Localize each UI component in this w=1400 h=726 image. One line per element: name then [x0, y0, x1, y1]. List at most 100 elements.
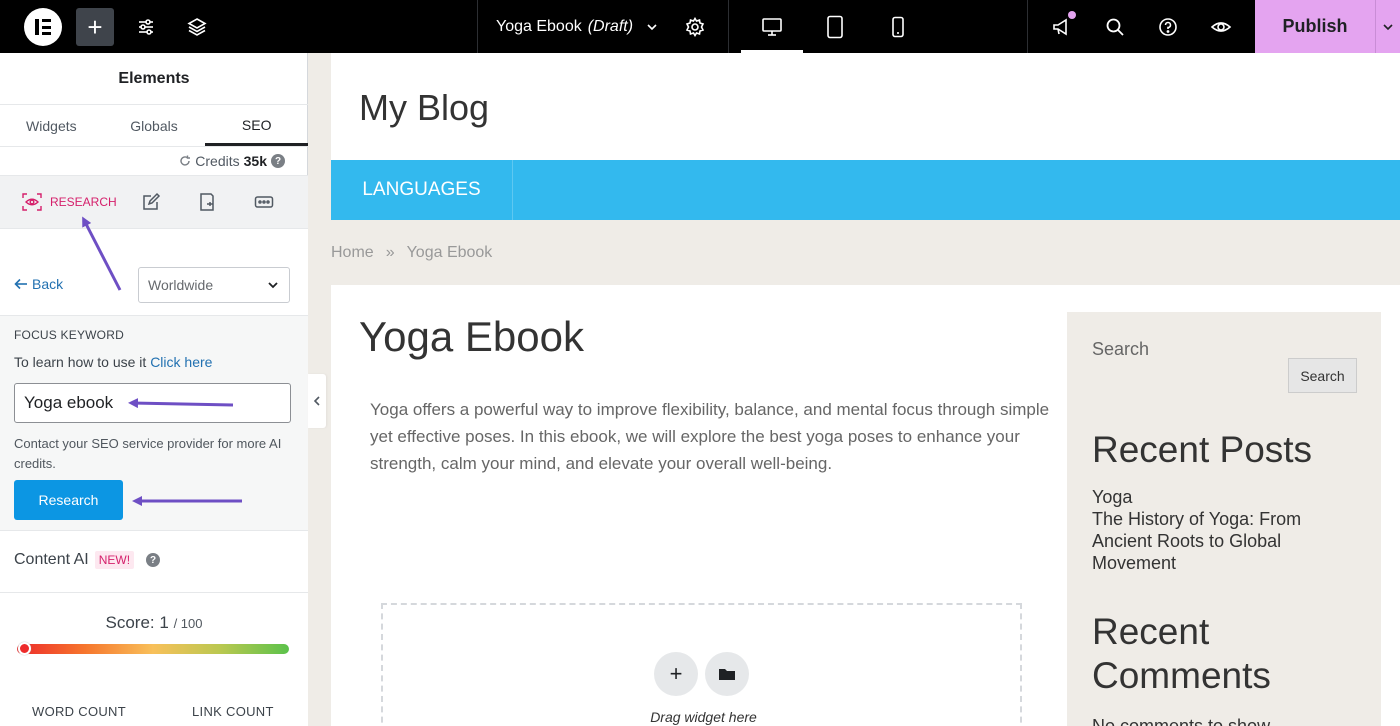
structure-button[interactable]	[179, 0, 215, 53]
whats-new-button[interactable]	[1042, 0, 1082, 53]
list-item[interactable]: Yoga	[1092, 486, 1352, 508]
research-tab-label: RESEARCH	[50, 195, 117, 209]
add-element-button[interactable]: +	[76, 8, 114, 46]
post-title[interactable]: Yoga Ebook	[359, 313, 584, 361]
score-readout: Score: 1 / 100	[0, 613, 308, 633]
score-value: 1	[159, 613, 169, 632]
publish-options-button[interactable]	[1375, 0, 1400, 53]
site-sidebar: Search Search Recent Posts Yoga The Hist…	[1067, 312, 1381, 726]
search-label: Search	[1092, 339, 1150, 359]
tab-globals[interactable]: Globals	[103, 106, 206, 146]
help-icon	[1159, 17, 1177, 36]
publish-button[interactable]: Publish	[1255, 0, 1375, 53]
collapse-panel-button[interactable]	[308, 374, 326, 428]
help-button[interactable]	[1149, 0, 1187, 53]
edit-icon[interactable]	[141, 192, 161, 212]
credits-note: Contact your SEO service provider for mo…	[14, 436, 282, 471]
content-ai-section: Content AI NEW! ?	[0, 531, 308, 593]
help-icon[interactable]: ?	[271, 154, 285, 168]
tab-seo[interactable]: SEO	[205, 106, 309, 146]
panel-title: Elements	[0, 53, 308, 105]
help-text-label: To learn how to use it	[14, 354, 147, 370]
desktop-icon	[762, 17, 782, 36]
focus-keyword-section: FOCUS KEYWORD To learn how to use it Cli…	[0, 315, 308, 531]
search-icon	[1106, 18, 1124, 36]
recent-comments-title: Recent Comments	[1092, 611, 1271, 696]
tab-widgets[interactable]: Widgets	[0, 106, 103, 146]
post-body[interactable]: Yoga offers a powerful way to improve fl…	[370, 396, 1050, 477]
breadcrumb-separator: »	[385, 244, 395, 261]
finder-button[interactable]	[1096, 0, 1134, 53]
score-section: Score: 1 / 100 WORD COUNT LINK COUNT	[0, 593, 308, 726]
top-toolbar: + Yoga Ebook (Draft) Publish	[0, 0, 1400, 53]
region-select[interactable]: Worldwide	[138, 267, 290, 303]
divider	[0, 146, 308, 147]
score-knob	[17, 642, 31, 655]
help-icon[interactable]: ?	[146, 553, 161, 567]
focus-keyword-input[interactable]: Yoga ebook	[14, 383, 291, 423]
page-settings-button[interactable]	[676, 0, 714, 53]
research-header: Back Worldwide	[0, 229, 308, 315]
elementor-logo-icon[interactable]	[24, 8, 62, 46]
arrow-left-icon	[14, 278, 27, 290]
schema-icon[interactable]	[198, 192, 216, 212]
no-comments-text: No comments to show.	[1092, 716, 1275, 726]
site-header: My Blog	[331, 53, 1400, 160]
recent-posts-title: Recent Posts	[1092, 429, 1313, 470]
divider	[1027, 0, 1028, 53]
list-item[interactable]: The History of Yoga: From Ancient Roots …	[1092, 508, 1352, 574]
document-title-dropdown[interactable]: Yoga Ebook (Draft)	[496, 0, 659, 53]
site-settings-button[interactable]	[128, 0, 164, 53]
new-badge: NEW!	[94, 551, 135, 569]
chevron-down-icon	[1383, 23, 1393, 30]
credits-indicator: Credits 35k ?	[179, 152, 285, 170]
plus-icon: +	[669, 661, 683, 686]
social-icon[interactable]	[254, 192, 274, 212]
plus-icon: +	[87, 11, 103, 42]
desktop-view-button[interactable]	[741, 0, 803, 53]
back-label: Back	[32, 276, 64, 292]
sliders-icon	[139, 18, 153, 35]
notification-dot	[1068, 11, 1076, 19]
divider	[477, 0, 478, 53]
document-name: Yoga Ebook	[496, 17, 582, 35]
tablet-view-button[interactable]	[815, 0, 855, 53]
mobile-view-button[interactable]	[878, 0, 918, 53]
preview-button[interactable]	[1202, 0, 1240, 53]
chevron-down-icon	[647, 23, 657, 30]
dropzone-text: Drag widget here	[650, 709, 757, 725]
score-max: / 100	[173, 616, 203, 631]
site-title[interactable]: My Blog	[359, 87, 489, 129]
document-status: (Draft)	[587, 17, 634, 35]
editor-panel: Elements Widgets Globals SEO Credits 35k…	[0, 53, 309, 726]
seo-subtabs: RESEARCH	[0, 175, 308, 229]
research-button[interactable]: Research	[14, 480, 123, 520]
click-here-link[interactable]: Click here	[150, 354, 212, 370]
research-eye-icon	[22, 193, 42, 211]
breadcrumb-home[interactable]: Home	[331, 244, 374, 262]
research-tab[interactable]: RESEARCH	[22, 190, 117, 214]
chevron-left-icon	[313, 396, 320, 406]
add-template-button[interactable]	[705, 652, 749, 696]
add-section-button[interactable]: +	[654, 652, 698, 696]
credits-value: 35k	[243, 153, 267, 169]
mobile-icon	[892, 16, 904, 37]
back-link[interactable]: Back	[14, 276, 63, 292]
score-label: Score:	[105, 613, 155, 632]
gear-icon	[685, 16, 705, 37]
word-count-label: WORD COUNT	[32, 704, 126, 719]
refresh-icon[interactable]	[179, 155, 191, 167]
focus-keyword-label: FOCUS KEYWORD	[14, 328, 124, 342]
score-bar	[17, 642, 289, 655]
chevron-down-icon	[268, 282, 278, 289]
help-text: To learn how to use it Click here	[14, 354, 212, 370]
megaphone-icon	[1053, 18, 1067, 35]
widget-dropzone[interactable]: + Drag widget here	[381, 603, 1022, 726]
credits-label: Credits	[195, 153, 240, 169]
region-value: Worldwide	[148, 277, 214, 293]
nav-item-languages[interactable]: LANGUAGES	[331, 160, 513, 220]
layers-icon	[187, 17, 207, 36]
content-ai-label: Content AI	[14, 551, 89, 568]
eye-icon	[1210, 21, 1232, 32]
search-button[interactable]: Search	[1288, 358, 1357, 393]
